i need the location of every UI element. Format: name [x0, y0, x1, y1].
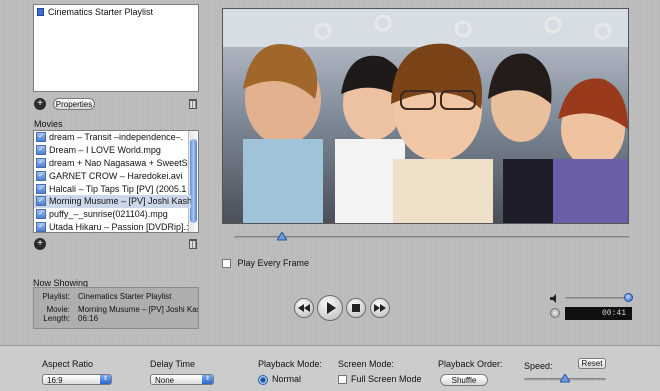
playlist-item-label: Cinematics Starter Playlist	[48, 6, 154, 17]
aspect-ratio-popup[interactable]: 16:9 ⇕	[42, 374, 112, 385]
position-slider[interactable]	[234, 236, 630, 239]
movies-header: Movies	[34, 119, 63, 129]
full-screen-checkbox[interactable]	[338, 375, 347, 385]
time-display: 00:41	[565, 307, 632, 320]
movie-item-checkbox[interactable]: ✓	[36, 170, 46, 181]
reset-speed-button[interactable]: Reset	[578, 358, 606, 369]
delay-time-popup[interactable]: None ⇕	[150, 374, 214, 385]
video-frame[interactable]	[222, 8, 629, 224]
delete-movie-trash-icon[interactable]	[189, 239, 197, 249]
movie-item[interactable]: ✓ puffy_–_sunrise(021104).mpg	[34, 208, 191, 221]
playlist-field-label: Playlist:	[42, 292, 70, 301]
shuffle-button[interactable]: Shuffle	[440, 374, 488, 386]
add-playlist-button[interactable]: +	[34, 98, 46, 110]
full-screen-row[interactable]: Full Screen Mode	[338, 374, 422, 385]
stop-icon	[352, 304, 360, 312]
playlist-icon	[37, 7, 44, 16]
movie-item[interactable]: ✓ GARNET CROW – Haredokei.avi	[34, 169, 191, 182]
playback-mode-normal-radio[interactable]	[258, 374, 268, 385]
properties-button[interactable]: Properties	[53, 98, 95, 110]
playback-mode-label: Playback Mode:	[258, 359, 323, 369]
full-screen-label: Full Screen Mode	[351, 374, 422, 384]
playback-mode-normal-label: Normal	[272, 374, 302, 384]
rewind-icon	[298, 304, 310, 312]
length-field-label: Length:	[43, 314, 70, 323]
movie-field-value: Morning Musume – [PV] Joshi Kash	[78, 305, 198, 314]
movies-list[interactable]: ✓ dream – Transit –independence–. ✓ Dream –…	[33, 130, 199, 233]
delay-time-value: None	[155, 376, 175, 385]
playlist-list[interactable]: Cinematics Starter Playlist	[33, 4, 199, 92]
fast-forward-icon	[374, 304, 386, 312]
movie-item-checkbox[interactable]: ✓	[36, 145, 46, 156]
speed-slider-knob[interactable]	[560, 374, 570, 383]
now-showing-panel: Playlist: Cinematics Starter Playlist Mo…	[33, 287, 199, 329]
movie-item[interactable]: ✓ Dream – I LOVE World.mpg	[34, 144, 191, 157]
movie-item[interactable]: ✓ Morning Musume – [PV] Joshi Kash	[34, 194, 191, 208]
movie-item[interactable]: ✓ dream + Nao Nagasawa + SweetS	[34, 157, 191, 170]
movie-item-checkbox[interactable]: ✓	[36, 157, 46, 168]
volume-slider[interactable]	[565, 297, 632, 300]
movie-item-checkbox[interactable]: ✓	[36, 132, 46, 143]
delay-time-label: Delay Time	[150, 359, 196, 369]
play-every-frame-checkbox[interactable]	[222, 259, 231, 269]
movie-item-label: dream + Nao Nagasawa + SweetS	[49, 157, 188, 168]
add-movie-button[interactable]: +	[34, 238, 46, 250]
movie-item[interactable]: ✓ dream – Transit –independence–.	[34, 131, 191, 144]
movie-item-label: Morning Musume – [PV] Joshi Kash	[49, 196, 191, 207]
movie-item-label: Utada Hikaru – Passion [DVDRip].:	[49, 221, 189, 232]
movie-item-checkbox[interactable]: ✓	[36, 196, 46, 207]
movie-item-label: puffy_–_sunrise(021104).mpg	[49, 209, 168, 220]
movie-field-label: Movie:	[46, 305, 70, 314]
movies-scroll-thumb[interactable]	[190, 139, 197, 223]
movie-item-checkbox[interactable]: ✓	[36, 209, 46, 220]
video-image	[223, 9, 628, 223]
speaker-icon	[550, 294, 556, 303]
play-button[interactable]	[317, 295, 343, 321]
volume-slider-knob[interactable]	[623, 293, 633, 302]
popup-arrows-icon: ⇕	[100, 375, 111, 384]
movie-item[interactable]: ✓ Utada Hikaru – Passion [DVDRip].:	[34, 221, 191, 232]
movie-item-label: GARNET CROW – Haredokei.avi	[49, 170, 183, 181]
main-window: Cinematics Starter Playlist + Properties…	[0, 0, 660, 345]
speed-label: Speed:	[524, 361, 553, 371]
screen-mode-label: Screen Mode:	[338, 359, 395, 369]
clock-icon[interactable]	[550, 308, 560, 318]
playback-mode-normal-row[interactable]: Normal	[258, 374, 301, 385]
aspect-ratio-value: 16:9	[47, 376, 63, 385]
movie-item-checkbox[interactable]: ✓	[36, 221, 46, 232]
length-field-value: 06:16	[78, 314, 99, 323]
movie-item-label: dream – Transit –independence–.	[49, 132, 184, 143]
playlist-item[interactable]: Cinematics Starter Playlist	[34, 5, 198, 18]
movie-item-label: Dream – I LOVE World.mpg	[49, 145, 161, 156]
delete-playlist-trash-icon[interactable]	[189, 99, 197, 109]
playlist-field-value: Cinematics Starter Playlist	[78, 292, 172, 301]
position-slider-knob[interactable]	[276, 232, 287, 241]
stop-button[interactable]	[346, 298, 366, 318]
playback-order-label: Playback Order:	[438, 359, 503, 369]
play-every-frame-row: Play Every Frame	[222, 258, 310, 269]
popup-arrows-icon: ⇕	[202, 375, 213, 384]
play-icon	[327, 302, 336, 314]
rewind-button[interactable]	[294, 298, 314, 318]
movie-item-label: Halcali – Tip Taps Tip [PV] (2005.1	[49, 183, 187, 194]
fast-forward-button[interactable]	[370, 298, 390, 318]
settings-bar: Aspect Ratio 16:9 ⇕ Delay Time None ⇕ Pl…	[0, 345, 660, 391]
play-every-frame-label: Play Every Frame	[237, 258, 310, 268]
movie-item-checkbox[interactable]: ✓	[36, 183, 46, 194]
aspect-ratio-label: Aspect Ratio	[42, 359, 94, 369]
movie-item[interactable]: ✓ Halcali – Tip Taps Tip [PV] (2005.1	[34, 182, 191, 195]
